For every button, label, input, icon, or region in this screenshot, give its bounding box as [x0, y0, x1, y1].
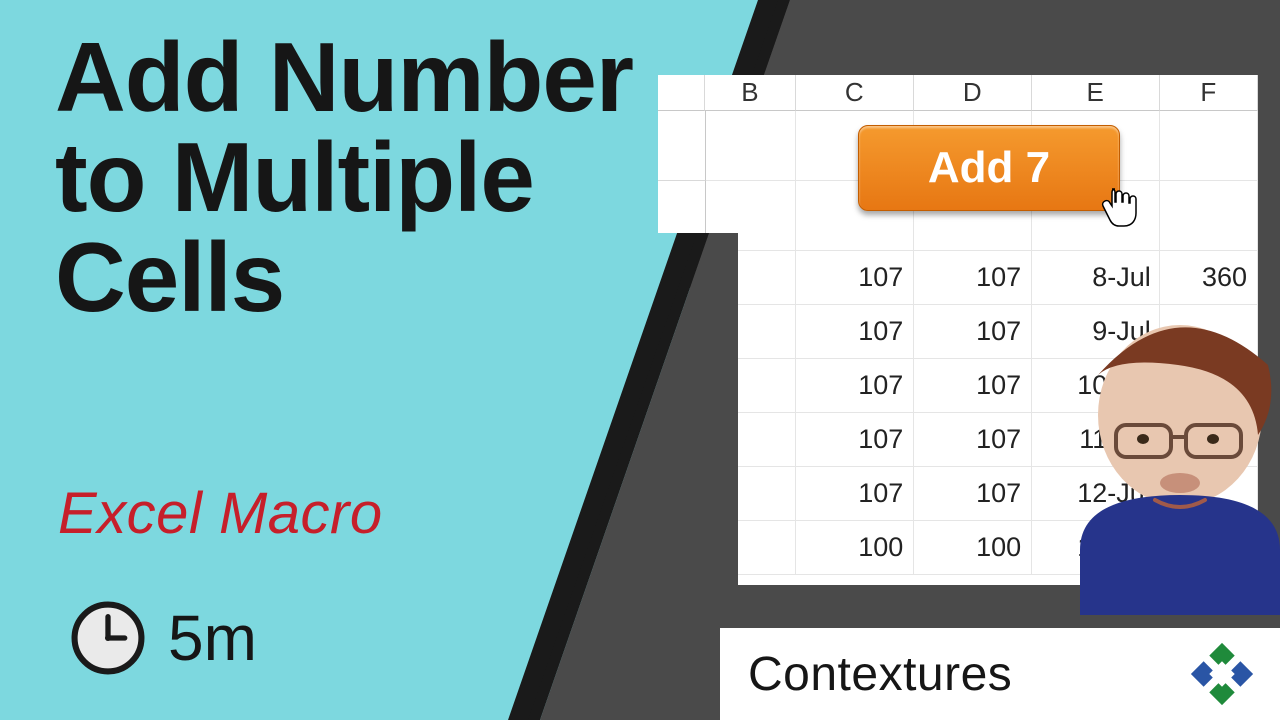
clock-icon — [70, 600, 146, 676]
col-header-B: B — [705, 75, 796, 111]
cell-E[interactable]: 8-Jul — [1032, 251, 1160, 305]
cell-F[interactable] — [1160, 413, 1258, 467]
brand-strip: Contextures — [720, 628, 1280, 720]
cell-D[interactable]: 107 — [914, 359, 1032, 413]
cell-C[interactable]: 100 — [796, 521, 914, 575]
cell-B[interactable] — [706, 181, 796, 251]
add7-button-label: Add 7 — [928, 143, 1050, 193]
table-row: 10710710-Jul — [706, 359, 1258, 413]
duration-text: 5m — [168, 601, 257, 675]
cell-D[interactable]: 107 — [914, 251, 1032, 305]
thumbnail-frame: Add Number to Multiple Cells Excel Macro… — [0, 0, 1280, 720]
cell-B[interactable] — [706, 521, 796, 575]
spreadsheet: BCDEF 56789 1071078-Jul3601071079-Jul107… — [658, 75, 1258, 585]
cell-E[interactable]: 10-Jul — [1032, 359, 1160, 413]
cell-B[interactable] — [706, 467, 796, 521]
col-header-C: C — [796, 75, 914, 111]
headline: Add Number to Multiple Cells — [55, 28, 633, 328]
add7-button[interactable]: Add 7 — [858, 125, 1120, 211]
column-headers: BCDEF — [658, 75, 1258, 111]
cell-F[interactable] — [1160, 305, 1258, 359]
cell-F[interactable] — [1160, 181, 1258, 251]
cell-F[interactable] — [1160, 111, 1258, 181]
cell-E[interactable]: 13-Jul — [1032, 521, 1160, 575]
corner-cell — [658, 75, 705, 111]
cell-C[interactable]: 107 — [796, 251, 914, 305]
cell-B[interactable] — [706, 359, 796, 413]
cell-B[interactable] — [706, 251, 796, 305]
row-header — [658, 111, 706, 181]
subtitle: Excel Macro — [58, 480, 383, 547]
table-row: 1071079-Jul — [706, 305, 1258, 359]
col-header-D: D — [914, 75, 1032, 111]
table-row: 10710712-Jul — [706, 467, 1258, 521]
cell-F[interactable] — [1160, 467, 1258, 521]
cell-F[interactable] — [1160, 359, 1258, 413]
contextures-logo-icon — [1190, 642, 1254, 706]
cell-C[interactable]: 107 — [796, 359, 914, 413]
cell-F[interactable] — [1160, 521, 1258, 575]
col-header-E: E — [1032, 75, 1160, 111]
cell-B[interactable] — [706, 305, 796, 359]
headline-line1: Add Number — [55, 28, 633, 128]
duration-block: 5m — [70, 600, 257, 676]
cell-D[interactable]: 107 — [914, 413, 1032, 467]
cell-F[interactable]: 360 — [1160, 251, 1258, 305]
cell-B[interactable] — [706, 413, 796, 467]
cell-D[interactable]: 107 — [914, 305, 1032, 359]
cell-D[interactable]: 100 — [914, 521, 1032, 575]
cell-E[interactable]: 9-Jul — [1032, 305, 1160, 359]
col-header-F: F — [1160, 75, 1258, 111]
cell-C[interactable]: 107 — [796, 305, 914, 359]
brand-name: Contextures — [748, 647, 1166, 702]
table-row: 10710711-Jul — [706, 413, 1258, 467]
cell-B[interactable] — [706, 111, 796, 181]
cell-C[interactable]: 107 — [796, 467, 914, 521]
cell-C[interactable]: 107 — [796, 413, 914, 467]
cell-D[interactable]: 107 — [914, 467, 1032, 521]
cell-E[interactable]: 12-Jul — [1032, 467, 1160, 521]
cell-E[interactable]: 11-Jul — [1032, 413, 1160, 467]
headline-line3: Cells — [55, 228, 633, 328]
table-row: 1071078-Jul360 — [706, 251, 1258, 305]
table-row: 10010013-Jul — [706, 521, 1258, 575]
headline-line2: to Multiple — [55, 128, 633, 228]
